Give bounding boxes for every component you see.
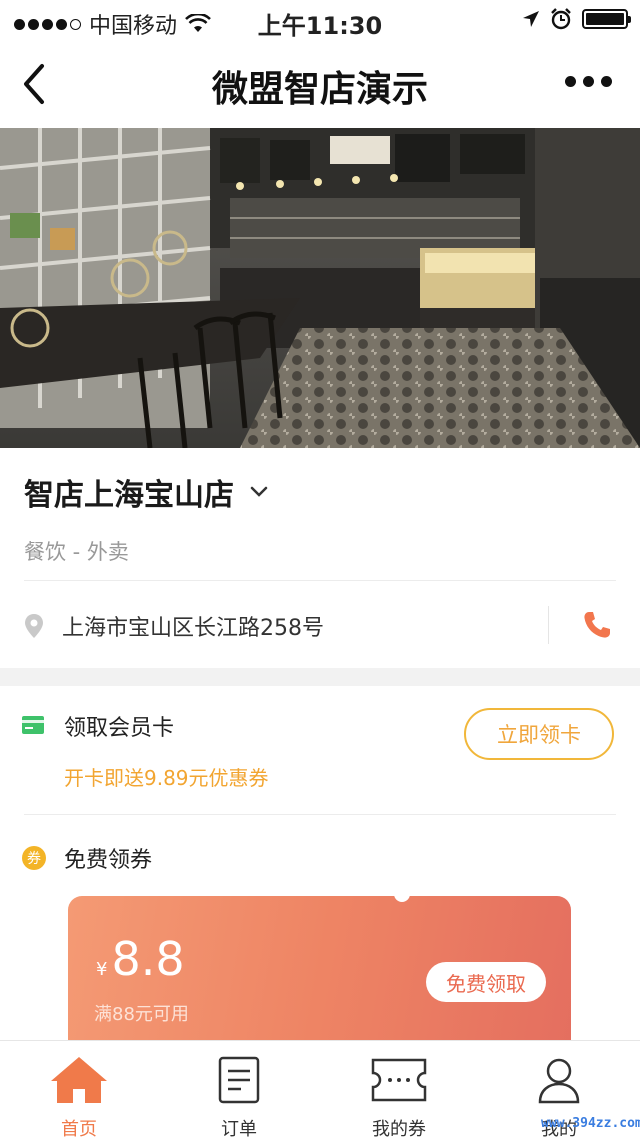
store-name: 智店上海宝山店 (24, 478, 234, 513)
status-bar: 中国移动 上午11:30 (0, 0, 640, 40)
member-card-title: 领取会员卡 (64, 716, 175, 741)
store-address: 上海市宝山区长江路258号 (62, 616, 324, 641)
coupon-section-title: 免费领券 (64, 848, 153, 873)
member-card-section: 领取会员卡 开卡即送9.89元优惠券 立即领卡 (0, 686, 640, 814)
section-gap (0, 668, 640, 686)
store-info: 智店上海宝山店 餐饮 - 外卖 (24, 470, 616, 566)
watermark: www.394zz.com (541, 1116, 640, 1131)
divider (24, 580, 616, 581)
chevron-down-icon (250, 486, 268, 497)
store-category: 餐饮 - 外卖 (24, 540, 129, 564)
location-pin-icon (25, 614, 43, 638)
coupon-badge-icon: 券 (22, 846, 46, 870)
more-dots-icon[interactable] (565, 76, 612, 87)
get-member-card-button[interactable]: 立即领卡 (464, 708, 614, 760)
battery-level (586, 13, 624, 25)
divider (548, 606, 549, 644)
alarm-icon (551, 8, 571, 30)
tab-orders[interactable]: 订单 (179, 1051, 299, 1141)
tab-label: 我的券 (372, 1119, 426, 1140)
coupon-notch (394, 896, 410, 902)
home-icon (51, 1057, 107, 1103)
phone-icon[interactable] (582, 610, 612, 640)
coupon-condition: 满88元可用 (94, 1004, 189, 1025)
coupon-section-header: 券 免费领券 (0, 836, 640, 886)
store-cover-photo (0, 128, 640, 448)
tab-home[interactable]: 首页 (19, 1051, 139, 1141)
nav-bar: 微盟智店演示 (0, 40, 640, 128)
coupon-amount: ¥ 8.8 (96, 932, 185, 986)
order-icon (218, 1056, 260, 1104)
divider (24, 814, 616, 815)
card-icon (22, 716, 44, 734)
member-card-subtitle: 开卡即送9.89元优惠券 (64, 766, 269, 790)
tab-my-coupons[interactable]: 我的券 (339, 1051, 459, 1141)
coupon-currency: ¥ (96, 959, 108, 980)
battery-icon (582, 9, 631, 29)
claim-coupon-button[interactable]: 免费领取 (426, 962, 546, 1002)
user-icon (538, 1058, 580, 1104)
address-row[interactable]: 上海市宝山区长江路258号 (24, 600, 616, 652)
location-arrow-icon (523, 11, 539, 27)
ticket-icon (371, 1058, 427, 1102)
tab-label: 订单 (221, 1119, 257, 1140)
store-name-selector[interactable]: 智店上海宝山店 (24, 470, 616, 514)
status-icons (522, 8, 631, 30)
page-title: 微盟智店演示 (211, 69, 428, 110)
tab-label: 首页 (61, 1119, 97, 1140)
coupon-value: 8.8 (111, 932, 185, 986)
